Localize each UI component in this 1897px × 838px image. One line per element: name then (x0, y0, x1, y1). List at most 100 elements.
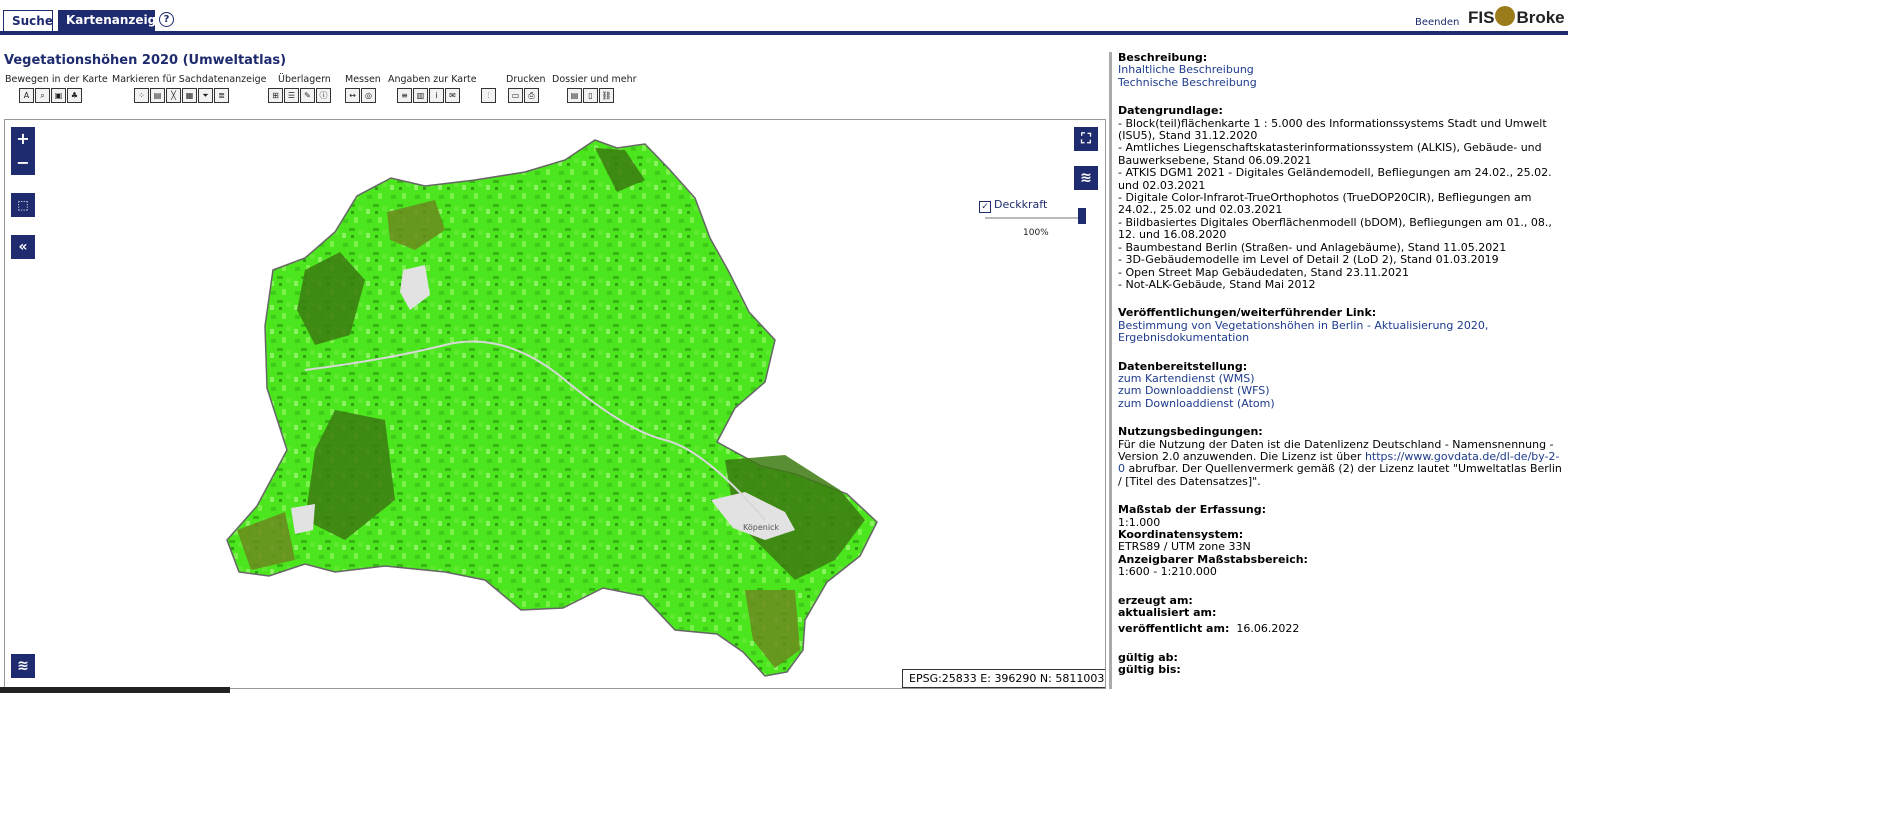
toolbar-label-overlay: Überlagern (278, 74, 331, 85)
description-section: Beschreibung: Inhaltliche Beschreibung T… (1118, 51, 1563, 89)
horizontal-scrollbar[interactable] (0, 687, 230, 693)
select-point-icon[interactable]: ⁘ (134, 88, 149, 103)
toolbar-move-group: A ⌕ ▣ ♣ (19, 88, 82, 103)
panel-splitter[interactable] (1109, 52, 1112, 689)
zoom-pan-icon[interactable]: A (19, 88, 34, 103)
tree-icon[interactable]: ♣ (67, 88, 82, 103)
basis-item: - 3D-Gebäudemodelle im Level of Detail 2… (1118, 253, 1499, 267)
dossier-icon[interactable]: ▤ (567, 88, 582, 103)
toolbar-label-measure: Messen (345, 74, 381, 85)
toolbar-label-mapinfo: Angaben zur Karte (388, 74, 477, 85)
mail-icon[interactable]: ✉ (445, 88, 460, 103)
toolbar-label-move: Bewegen in der Karte (5, 74, 108, 85)
collapse-button[interactable]: « (11, 235, 35, 259)
select-rect-icon[interactable]: ▤ (150, 88, 165, 103)
info-icon[interactable]: i (429, 88, 444, 103)
content-description-link[interactable]: Inhaltliche Beschreibung (1118, 63, 1563, 76)
published-value: 16.06.2022 (1236, 622, 1300, 636)
fullscreen-icon[interactable]: ⛶ (1074, 127, 1098, 151)
terms-text-b: abrufbar. Der Quellenvermerk gemäß (2) d… (1118, 462, 1562, 488)
url-icon[interactable]: ⛓ (599, 88, 614, 103)
pdf-icon[interactable]: ▭ (508, 88, 523, 103)
published-label: veröffentlicht am: (1118, 622, 1230, 636)
help-icon[interactable]: ? (159, 12, 174, 27)
logo-text-right: Broke (1516, 8, 1565, 27)
opacity-slider-handle[interactable] (1078, 208, 1086, 224)
metadata-section: Maßstab der Erfassung: 1:1.000 Koordinat… (1118, 503, 1563, 579)
basis-heading: Datengrundlage: (1118, 104, 1223, 118)
layer-list-icon[interactable]: ☰ (284, 88, 299, 103)
globe-icon (1495, 6, 1516, 26)
toolbar-label-select: Markieren für Sachdatenanzeige (112, 74, 267, 85)
toolbar-overlay-group: ⊞ ☰ ✎ ⓘ (268, 88, 331, 103)
basis-item: - Bildbasiertes Digitales Oberflächenmod… (1118, 215, 1552, 242)
layers-icon[interactable]: ≋ (11, 654, 35, 678)
opacity-checkbox[interactable]: ✓ (979, 201, 991, 213)
valid-to-label: gültig bis: (1118, 663, 1181, 677)
add-layer-icon[interactable]: ⊞ (268, 88, 283, 103)
layers-info-icon[interactable]: ▥ (413, 88, 428, 103)
technical-description-link[interactable]: Technische Beschreibung (1118, 76, 1563, 89)
coordinate-readout: EPSG:25833 E: 396290 N: 5811003 (902, 669, 1105, 688)
tab-map[interactable]: Kartenanzeige (58, 10, 164, 31)
tab-search[interactable]: Suche (3, 10, 53, 31)
legend-icon[interactable]: ≡ (397, 88, 412, 103)
toolbar-settings-group: ⫶ (481, 88, 496, 103)
basis-item: - ATKIS DGM1 2021 - Digitales Geländemod… (1118, 166, 1552, 192)
layer-edit-icon[interactable]: ✎ (300, 88, 315, 103)
place-label-koepenick: Köpenick (743, 523, 779, 532)
crs-value: ETRS89 / UTM zone 33N (1118, 540, 1251, 554)
opacity-control: ✓ Deckkraft (979, 198, 1047, 213)
map-viewport[interactable]: Köpenick + − ⬚ « ⛶ ≋ ≋ ✓ Deckkraft 100% E… (4, 119, 1106, 689)
table-icon[interactable]: ▦ (182, 88, 197, 103)
measure-distance-icon[interactable]: ↔ (345, 88, 360, 103)
basis-item: - Not-ALK-Gebäude, Stand Mai 2012 (1118, 277, 1316, 291)
top-bar: Suche Kartenanzeige ? Beenden FIS Broke (0, 0, 1568, 36)
vegetation-map: Köpenick (226, 139, 878, 677)
toolbar-mapinfo-group: ≡ ▥ i ✉ (397, 88, 460, 103)
published-row: veröffentlicht am: 16.06.2022 (1118, 623, 1563, 635)
valid-from-label: gültig ab: (1118, 650, 1178, 664)
info-circle-icon[interactable]: ⓘ (316, 88, 331, 103)
scale-label: Maßstab der Erfassung: (1118, 503, 1266, 517)
toolbar-label-dossier: Dossier und mehr (552, 74, 637, 85)
publication-link[interactable]: Bestimmung von Vegetationshöhen in Berli… (1118, 319, 1563, 345)
basis-section: Datengrundlage: - Block(teil)flächenkart… (1118, 104, 1563, 291)
box-zoom-icon[interactable]: ⬚ (11, 193, 35, 217)
logout-link[interactable]: Beenden (1415, 17, 1459, 28)
magnify-icon[interactable]: ⌕ (35, 88, 50, 103)
logo-text-left: FIS (1468, 8, 1495, 27)
print-icon[interactable]: ⎙ (524, 88, 539, 103)
atom-link[interactable]: zum Downloaddienst (Atom) (1118, 397, 1563, 410)
map-title: Vegetationshöhen 2020 (Umweltatlas) (4, 53, 287, 68)
validity-section: gültig ab: gültig bis: (1118, 650, 1563, 677)
basis-item: - Block(teil)flächenkarte 1 : 5.000 des … (1118, 116, 1547, 143)
toolbar-select-group: ⁘ ▤ ╳ ▦ ⏷ ≣ (134, 88, 229, 103)
publications-heading: Veröffentlichungen/weiterführender Link: (1118, 306, 1377, 320)
publications-section: Veröffentlichungen/weiterführender Link:… (1118, 306, 1563, 345)
description-panel: Beschreibung: Inhaltliche Beschreibung T… (1118, 51, 1563, 677)
range-value: 1:600 - 1:210.000 (1118, 565, 1217, 579)
basis-item: - Amtliches Liegenschaftskatasterinforma… (1118, 141, 1542, 167)
document-icon[interactable]: ▯ (583, 88, 598, 103)
lake-wannsee (291, 504, 315, 534)
filter-icon[interactable]: ⏷ (198, 88, 213, 103)
header-divider (0, 31, 1568, 35)
terms-section: Nutzungsbedingungen: Für die Nutzung der… (1118, 425, 1563, 488)
measure-area-icon[interactable]: ◎ (361, 88, 376, 103)
opacity-slider[interactable] (985, 217, 1085, 219)
opacity-value: 100% (1023, 228, 1049, 238)
query-icon[interactable]: ≣ (214, 88, 229, 103)
layer-switcher-icon[interactable]: ≋ (1074, 166, 1098, 190)
opacity-label: Deckkraft (994, 198, 1048, 211)
basis-item: - Digitale Color-Infrarot-TrueOrthophoto… (1118, 191, 1532, 217)
zoom-in-button[interactable]: + (11, 127, 35, 151)
toolbar-dossier-group: ▤ ▯ ⛓ (567, 88, 614, 103)
overview-icon[interactable]: ▣ (51, 88, 66, 103)
fis-broker-logo: FIS Broke (1468, 6, 1565, 28)
select-line-icon[interactable]: ╳ (166, 88, 181, 103)
wfs-link[interactable]: zum Downloaddienst (WFS) (1118, 384, 1563, 397)
zoom-out-button[interactable]: − (11, 151, 35, 175)
settings-sliders-icon[interactable]: ⫶ (481, 88, 496, 103)
provision-section: Datenbereitstellung: zum Kartendienst (W… (1118, 360, 1563, 411)
